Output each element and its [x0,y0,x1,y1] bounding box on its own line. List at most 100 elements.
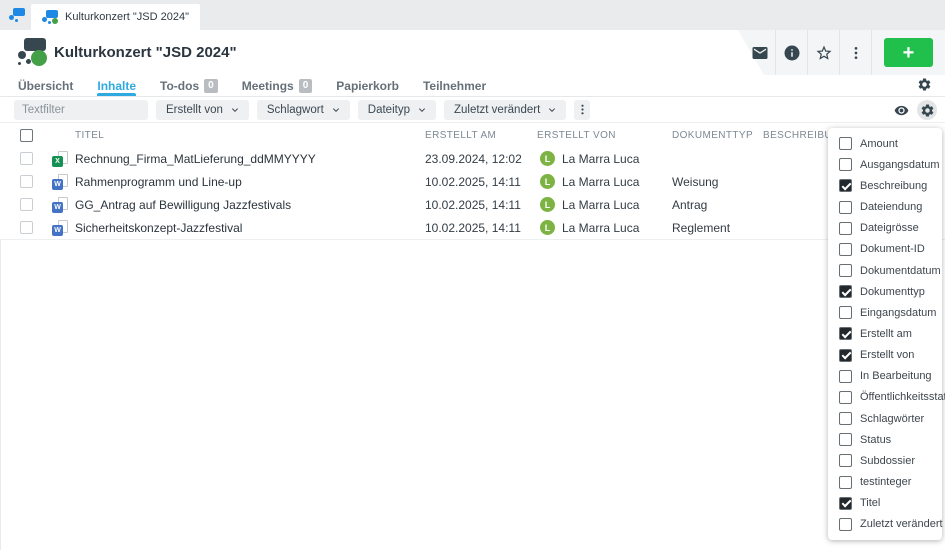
document-title[interactable]: Rahmenprogramm und Line-up [75,170,242,193]
column-option-subdossier[interactable]: Subdossier [828,450,942,471]
column-option-eingangsdatum[interactable]: Eingangsdatum [828,302,942,323]
tab-label: Teilnehmer [423,79,486,93]
column-option-erstellt-am[interactable]: Erstellt am [828,323,942,344]
checkbox[interactable] [839,412,852,425]
created-by: L La Marra Luca [540,193,639,216]
table-row[interactable]: W GG_Antrag auf Bewilligung Jazzfestival… [0,193,945,217]
more-actions-button[interactable] [840,30,872,75]
checkbox[interactable] [839,497,852,510]
checkbox[interactable] [839,391,852,404]
filter-zuletzt-veraendert[interactable]: Zuletzt verändert [444,100,566,120]
checkbox[interactable] [839,285,852,298]
dossier-header: Kulturkonzert "JSD 2024" + [0,30,945,76]
column-option-beschreibung[interactable]: Beschreibung [828,175,942,196]
row-checkbox[interactable] [20,221,33,234]
tab-inhalte[interactable]: Inhalte [97,75,136,96]
created-by-name: La Marra Luca [562,198,639,212]
text-filter-input[interactable] [14,100,148,120]
column-option-dokumentdatum[interactable]: Dokumentdatum [828,260,942,281]
filter-chip-label: Erstellt von [166,104,223,116]
checkbox[interactable] [839,349,852,362]
filter-schlagwort[interactable]: Schlagwort [257,100,350,120]
checkbox[interactable] [839,158,852,171]
tab-settings-button[interactable] [917,77,932,97]
home-button[interactable] [6,5,28,25]
tab-uebersicht[interactable]: Übersicht [18,75,73,96]
column-option-ausgangsdatum[interactable]: Ausgangsdatum [828,154,942,175]
column-option-dokument-id[interactable]: Dokument-ID [828,239,942,260]
tab-papierkorb[interactable]: Papierkorb [336,75,399,96]
filter-chip-label: Zuletzt verändert [454,104,540,116]
column-option-oeffentlichkeitsstatus[interactable]: Öffentlichkeitsstatus [828,387,942,408]
table-row[interactable]: X Rechnung_Firma_MatLieferung_ddMMYYYY 2… [0,147,945,171]
visibility-button[interactable] [891,100,911,120]
todos-count-badge: 0 [204,79,218,93]
more-filters-button[interactable] [574,100,590,120]
info-button[interactable] [776,30,808,75]
column-option-in-bearbeitung[interactable]: In Bearbeitung [828,366,942,387]
tab-teilnehmer[interactable]: Teilnehmer [423,75,486,96]
checkbox[interactable] [839,222,852,235]
created-at: 10.02.2025, 14:11 [425,170,521,193]
checkbox[interactable] [839,327,852,340]
created-by: L La Marra Luca [540,147,639,170]
checkbox[interactable] [839,454,852,467]
column-option-dateigroesse[interactable]: Dateigrösse [828,218,942,239]
column-option-amount[interactable]: Amount [828,133,942,154]
column-option-titel[interactable]: Titel [828,493,942,514]
row-checkbox[interactable] [20,175,33,188]
select-all-checkbox[interactable] [20,129,33,142]
checkbox[interactable] [839,201,852,214]
column-header-titel[interactable]: TITEL [75,123,104,147]
tab-label: Papierkorb [336,79,399,93]
add-button-label: + [903,43,915,63]
avatar: L [540,197,555,212]
tab-meetings[interactable]: Meetings 0 [242,75,313,96]
filter-erstellt-von[interactable]: Erstellt von [156,100,249,120]
column-header-erstellt-am[interactable]: ERSTELLT AM [425,123,496,147]
checkbox[interactable] [839,370,852,383]
tab-label: To-dos [160,79,199,93]
checkbox[interactable] [839,306,852,319]
column-option-testinteger[interactable]: testinteger [828,472,942,493]
filter-dateityp[interactable]: Dateityp [358,100,436,120]
column-header-erstellt-von[interactable]: ERSTELLT VON [537,123,616,147]
document-title[interactable]: Rechnung_Firma_MatLieferung_ddMMYYYY [75,147,316,170]
column-option-dokumenttyp[interactable]: Dokumenttyp [828,281,942,302]
checkbox[interactable] [839,518,852,531]
checkbox[interactable] [839,476,852,489]
mail-icon [751,44,769,62]
row-checkbox[interactable] [20,152,33,165]
table-row[interactable]: W Rahmenprogramm und Line-up 10.02.2025,… [0,170,945,194]
table-row[interactable]: W Sicherheitskonzept-Jazzfestival 10.02.… [0,216,945,240]
column-header-dokumenttyp[interactable]: DOKUMENTTYP [672,123,753,147]
open-dossier-tab[interactable]: Kulturkonzert "JSD 2024" [31,4,200,30]
add-button[interactable]: + [884,38,933,67]
chevron-down-icon [416,104,428,116]
view-controls [891,97,937,123]
created-at: 23.09.2024, 12:02 [425,147,522,170]
checkbox[interactable] [839,179,852,192]
created-by-name: La Marra Luca [562,221,639,235]
avatar: L [540,174,555,189]
checkbox[interactable] [839,433,852,446]
row-checkbox[interactable] [20,198,33,211]
column-option-schlagwoerter[interactable]: Schlagwörter [828,408,942,429]
column-option-erstellt-von[interactable]: Erstellt von [828,345,942,366]
tab-todos[interactable]: To-dos 0 [160,75,218,96]
avatar: L [540,220,555,235]
mail-button[interactable] [744,30,776,75]
favorite-button[interactable] [808,30,840,75]
chevron-down-icon [229,104,241,116]
document-title[interactable]: Sicherheitskonzept-Jazzfestival [75,216,242,239]
checkbox[interactable] [839,243,852,256]
column-option-dateiendung[interactable]: Dateiendung [828,196,942,217]
avatar: L [540,151,555,166]
column-option-zuletzt-veraendert[interactable]: Zuletzt verändert [828,514,942,535]
document-title[interactable]: GG_Antrag auf Bewilligung Jazzfestivals [75,193,291,216]
checkbox[interactable] [839,137,852,150]
column-option-status[interactable]: Status [828,429,942,450]
column-settings-button[interactable] [917,100,937,120]
filter-chip-label: Schlagwort [267,104,324,116]
checkbox[interactable] [839,264,852,277]
